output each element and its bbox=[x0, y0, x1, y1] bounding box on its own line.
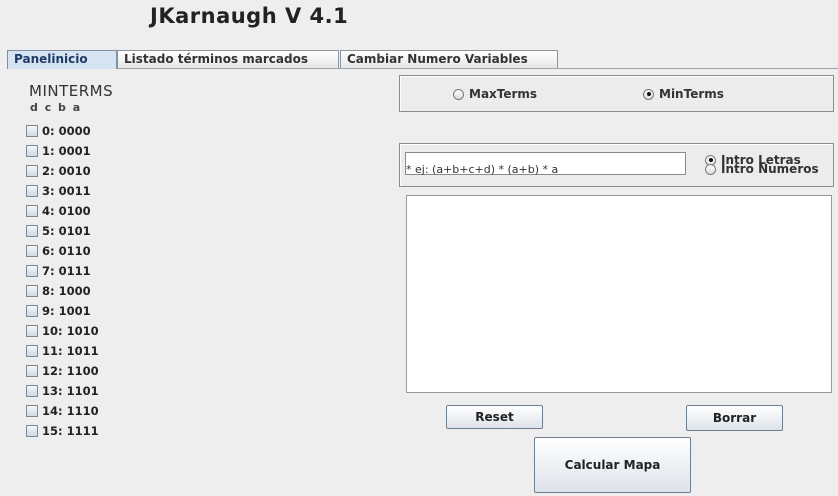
minterm-row[interactable]: 3: 0011 bbox=[26, 181, 99, 201]
minterm-row[interactable]: 7: 0111 bbox=[26, 261, 99, 281]
intro-numeros-label: Intro Numeros bbox=[721, 162, 819, 176]
minterm-row[interactable]: 2: 0010 bbox=[26, 161, 99, 181]
minterm-label: 2: 0010 bbox=[42, 164, 91, 178]
minterm-checkbox[interactable] bbox=[26, 265, 38, 277]
minterm-row[interactable]: 6: 0110 bbox=[26, 241, 99, 261]
minterm-row[interactable]: 11: 1011 bbox=[26, 341, 99, 361]
minterm-label: 6: 0110 bbox=[42, 244, 91, 258]
minterm-row[interactable]: 13: 1101 bbox=[26, 381, 99, 401]
minterm-checkbox[interactable] bbox=[26, 225, 38, 237]
intro-numeros-radio[interactable] bbox=[705, 163, 716, 175]
minterm-checkbox[interactable] bbox=[26, 365, 38, 377]
maxterms-label: MaxTerms bbox=[469, 87, 538, 101]
calcular-mapa-button[interactable]: Calcular Mapa bbox=[534, 437, 691, 493]
minterm-row[interactable]: 10: 1010 bbox=[26, 321, 99, 341]
minterm-label: 12: 1100 bbox=[42, 364, 99, 378]
minterm-checkbox[interactable] bbox=[26, 145, 38, 157]
minterm-checkbox[interactable] bbox=[26, 405, 38, 417]
minterm-checkbox[interactable] bbox=[26, 305, 38, 317]
bits-header: d c b a bbox=[30, 101, 82, 114]
minterms-radio[interactable] bbox=[643, 88, 654, 100]
expression-hint: * ej: (a+b+c+d) * (a+b) * a bbox=[406, 163, 559, 176]
minterm-row[interactable]: 4: 0100 bbox=[26, 201, 99, 221]
minterm-checkbox[interactable] bbox=[26, 425, 38, 437]
minterm-row[interactable]: 14: 1110 bbox=[26, 401, 99, 421]
minterm-row[interactable]: 12: 1100 bbox=[26, 361, 99, 381]
minterm-label: 0: 0000 bbox=[42, 124, 91, 138]
minterm-row[interactable]: 9: 1001 bbox=[26, 301, 99, 321]
maxterms-radio[interactable] bbox=[453, 88, 464, 100]
tab-cambiar-variables[interactable]: Cambiar Numero Variables bbox=[340, 50, 558, 68]
minterm-label: 13: 1101 bbox=[42, 384, 99, 398]
minterm-checkbox[interactable] bbox=[26, 125, 38, 137]
minterm-row[interactable]: 5: 0101 bbox=[26, 221, 99, 241]
minterm-label: 11: 1011 bbox=[42, 344, 99, 358]
minterms-option[interactable]: MinTerms bbox=[643, 87, 724, 101]
tab-listado-terminos[interactable]: Listado términos marcados bbox=[117, 50, 339, 68]
minterm-checkbox[interactable] bbox=[26, 185, 38, 197]
tab-panelinicio[interactable]: Panelinicio bbox=[7, 50, 117, 69]
minterm-label: 5: 0101 bbox=[42, 224, 91, 238]
maxterms-option[interactable]: MaxTerms bbox=[453, 87, 537, 101]
minterm-checkbox[interactable] bbox=[26, 165, 38, 177]
minterm-label: 10: 1010 bbox=[42, 324, 99, 338]
minterm-label: 1: 0001 bbox=[42, 144, 91, 158]
minterm-label: 7: 0111 bbox=[42, 264, 91, 278]
minterm-label: 14: 1110 bbox=[42, 404, 99, 418]
intro-numeros-option[interactable]: Intro Numeros bbox=[705, 162, 819, 176]
minterm-checkbox[interactable] bbox=[26, 345, 38, 357]
minterm-row[interactable]: 0: 0000 bbox=[26, 121, 99, 141]
minterm-row[interactable]: 8: 1000 bbox=[26, 281, 99, 301]
minterm-label: 8: 1000 bbox=[42, 284, 91, 298]
minterm-label: 9: 1001 bbox=[42, 304, 91, 318]
minterms-title: MINTERMS bbox=[29, 82, 114, 100]
minterm-label: 3: 0011 bbox=[42, 184, 91, 198]
result-textarea[interactable] bbox=[406, 195, 832, 393]
minterm-checkbox[interactable] bbox=[26, 245, 38, 257]
borrar-button[interactable]: Borrar bbox=[686, 405, 783, 431]
tab-divider bbox=[7, 68, 838, 69]
app-title: JKarnaugh V 4.1 bbox=[150, 4, 349, 28]
minterm-checkbox[interactable] bbox=[26, 205, 38, 217]
reset-button[interactable]: Reset bbox=[446, 405, 543, 429]
minterm-checkbox[interactable] bbox=[26, 285, 38, 297]
minterm-row[interactable]: 1: 0001 bbox=[26, 141, 99, 161]
minterm-label: 4: 0100 bbox=[42, 204, 91, 218]
minterm-row[interactable]: 15: 1111 bbox=[26, 421, 99, 441]
tab-bar: Panelinicio Listado términos marcados Ca… bbox=[7, 50, 838, 69]
minterm-checkbox[interactable] bbox=[26, 385, 38, 397]
minterm-list: 0: 0000 1: 0001 2: 0010 3: 0011 4: 0100 … bbox=[26, 121, 99, 441]
minterm-checkbox[interactable] bbox=[26, 325, 38, 337]
minterm-label: 15: 1111 bbox=[42, 424, 99, 438]
minterms-label: MinTerms bbox=[659, 87, 724, 101]
